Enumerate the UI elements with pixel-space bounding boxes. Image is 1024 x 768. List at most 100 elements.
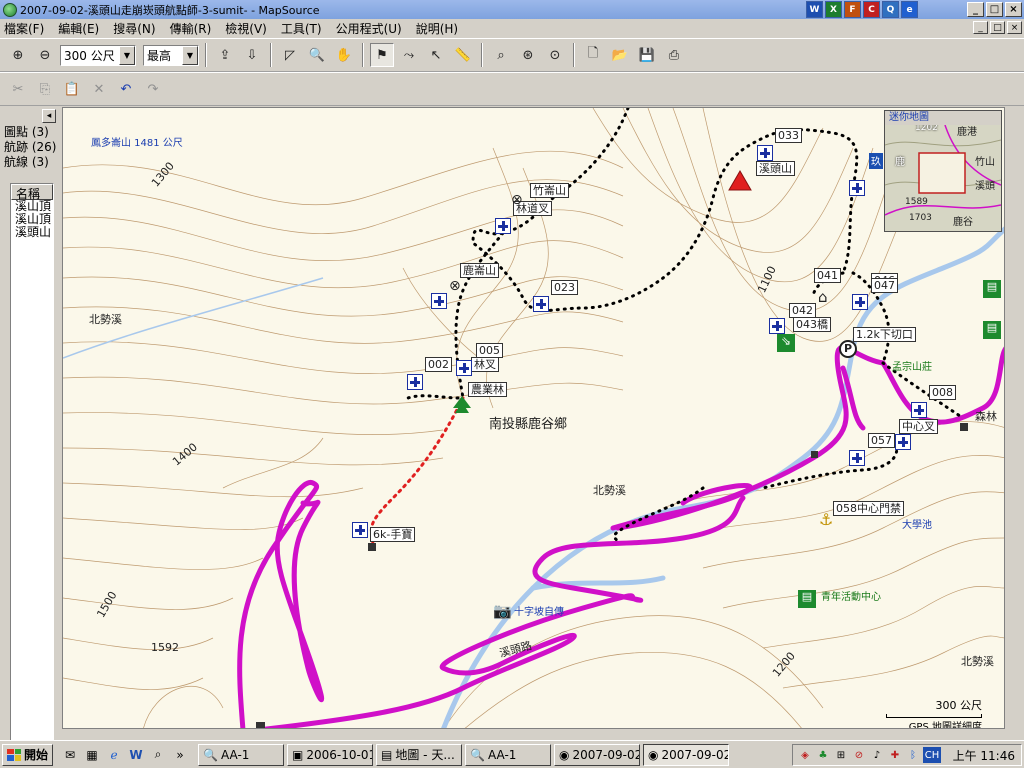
maximize-button[interactable]: □ bbox=[986, 2, 1003, 17]
blocked-icon[interactable]: ⊘ bbox=[851, 747, 867, 763]
waypoint-label[interactable]: 農業林 bbox=[468, 382, 507, 397]
copy-icon[interactable]: ⎘ bbox=[33, 77, 57, 101]
open-file-icon[interactable]: 📂 bbox=[608, 43, 632, 67]
bluetooth-icon[interactable]: ᛒ bbox=[905, 747, 921, 763]
distance-tool-icon[interactable]: 📏 bbox=[451, 43, 475, 67]
route-tool-icon[interactable]: ⤳ bbox=[397, 43, 421, 67]
excel-icon[interactable]: X bbox=[825, 1, 842, 18]
waypoint-label[interactable]: 竹崙山 bbox=[530, 183, 569, 198]
ie-icon[interactable]: ℯ bbox=[105, 746, 123, 764]
taskbar-item[interactable]: 🔍 AA-1 bbox=[198, 743, 285, 766]
receive-from-device-icon[interactable]: ⇪ bbox=[213, 43, 237, 67]
tab-routes[interactable]: 航線 (3) bbox=[4, 155, 58, 170]
waypoint-label[interactable]: 中心叉 bbox=[899, 419, 938, 434]
waypoint-label[interactable]: 森林 bbox=[975, 408, 997, 424]
selection-tool-icon[interactable]: ◸ bbox=[278, 43, 302, 67]
sign-icon[interactable]: 玖 bbox=[869, 153, 883, 169]
hostel-icon[interactable]: ⇘ bbox=[777, 334, 795, 352]
mdi-minimize-button[interactable]: _ bbox=[973, 21, 988, 34]
tab-tracks[interactable]: 航跡 (26) bbox=[4, 140, 58, 155]
waypoint-marker[interactable] bbox=[407, 374, 423, 390]
waypoint-label[interactable]: 005 bbox=[476, 343, 503, 358]
youth-center-icon[interactable]: ▤ bbox=[798, 590, 816, 608]
facility-icon[interactable]: ▤ bbox=[983, 280, 1001, 298]
taskbar-item[interactable]: ◉2007-09-02... bbox=[554, 743, 641, 766]
zoom-tool-icon[interactable]: 🔍 bbox=[305, 43, 329, 67]
column-header-name[interactable]: 名稱 bbox=[11, 184, 53, 201]
waypoint-label[interactable]: 1.2k下切口 bbox=[853, 327, 916, 342]
taskbar-item[interactable]: 🔍 AA-1 bbox=[465, 743, 552, 766]
right-scrollbar[interactable] bbox=[1006, 107, 1024, 729]
menu-file[interactable]: 檔案(F) bbox=[4, 20, 44, 37]
ie-icon[interactable]: e bbox=[901, 1, 918, 18]
waypoint-label[interactable]: 033 bbox=[775, 128, 802, 143]
waypoint-marker[interactable] bbox=[852, 294, 868, 310]
waypoint-tool-icon[interactable]: ⚑ bbox=[370, 43, 394, 67]
more-icon[interactable]: » bbox=[171, 746, 189, 764]
waypoint-label[interactable]: 溪頭山 bbox=[756, 161, 795, 176]
menu-edit[interactable]: 編輯(E) bbox=[58, 20, 99, 37]
waypoint-marker[interactable] bbox=[911, 402, 927, 418]
list-item[interactable]: 溪頭山 bbox=[11, 226, 53, 239]
zoom-scale-select[interactable]: 300 公尺 ▼ bbox=[60, 44, 136, 66]
waypoint-label[interactable]: 002 bbox=[425, 357, 452, 372]
paste-icon[interactable]: 📋 bbox=[60, 77, 84, 101]
waypoint-label[interactable]: 023 bbox=[551, 280, 578, 295]
zoom-in-icon[interactable]: ⊕ bbox=[6, 43, 30, 67]
waypoint-label[interactable]: 008 bbox=[929, 385, 956, 400]
find-icon[interactable]: ⌕ bbox=[489, 43, 513, 67]
tray-app-icon[interactable]: ⊞ bbox=[833, 747, 849, 763]
camera-icon[interactable]: 📷 bbox=[493, 602, 512, 620]
new-file-icon[interactable]: 🗋 bbox=[581, 43, 605, 67]
antivirus-icon[interactable]: ◈ bbox=[797, 747, 813, 763]
delete-icon[interactable]: ✕ bbox=[87, 77, 111, 101]
waypoint-label[interactable]: 林叉 bbox=[471, 357, 499, 372]
menu-help[interactable]: 說明(H) bbox=[416, 20, 458, 37]
close-button[interactable]: × bbox=[1005, 2, 1022, 17]
menu-transfer[interactable]: 傳輸(R) bbox=[170, 20, 212, 37]
find-nearby-icon[interactable]: ⊛ bbox=[516, 43, 540, 67]
send-to-device-icon[interactable]: ⇩ bbox=[240, 43, 264, 67]
redo-icon[interactable]: ↷ bbox=[141, 77, 165, 101]
cut-icon[interactable]: ✂ bbox=[6, 77, 30, 101]
menu-utilities[interactable]: 公用程式(U) bbox=[336, 20, 402, 37]
crossing-icon[interactable]: ⊗ bbox=[449, 278, 461, 294]
search-icon[interactable]: ⌕ bbox=[149, 746, 167, 764]
mdi-restore-button[interactable]: □ bbox=[990, 21, 1005, 34]
waypoint-marker[interactable] bbox=[456, 360, 472, 376]
frontpage-icon[interactable]: F bbox=[844, 1, 861, 18]
hand-tool-icon[interactable]: ✋ bbox=[332, 43, 356, 67]
close-icon[interactable]: ◂ bbox=[42, 109, 56, 123]
parking-icon[interactable]: P bbox=[839, 340, 857, 358]
waypoint-label[interactable]: 058中心門禁 bbox=[833, 501, 904, 516]
facility-icon[interactable]: ▤ bbox=[983, 321, 1001, 339]
outlook-icon[interactable]: ✉ bbox=[61, 746, 79, 764]
crossing-icon[interactable]: ⊗ bbox=[511, 192, 523, 208]
menu-tools[interactable]: 工具(T) bbox=[281, 20, 322, 37]
minimize-button[interactable]: _ bbox=[967, 2, 984, 17]
waypoint-marker[interactable] bbox=[533, 296, 549, 312]
waypoint-marker[interactable] bbox=[895, 434, 911, 450]
waypoint-marker[interactable] bbox=[769, 318, 785, 334]
waypoint-label[interactable]: 057 bbox=[868, 433, 895, 448]
powerpoint-icon[interactable]: C bbox=[863, 1, 880, 18]
taskbar-item[interactable]: ▤ 地圖 - 天... bbox=[376, 743, 463, 766]
word-icon[interactable]: W bbox=[806, 1, 823, 18]
security-icon[interactable]: ✚ bbox=[887, 747, 903, 763]
minimap[interactable]: 迷你地圖 1202 鹿港 鹿 竹山 溪頭 1589 1703 鹿谷 bbox=[884, 110, 1002, 232]
waypoint-marker[interactable] bbox=[431, 293, 447, 309]
waypoint-marker[interactable] bbox=[849, 450, 865, 466]
waypoint-label[interactable]: 鹿崙山 bbox=[460, 263, 499, 278]
menu-search[interactable]: 搜尋(N) bbox=[113, 20, 155, 37]
tab-waypoints[interactable]: 圖點 (3) bbox=[4, 125, 58, 140]
taskbar-item-active[interactable]: ◉2007-09-02... bbox=[643, 743, 730, 766]
undo-icon[interactable]: ↶ bbox=[114, 77, 138, 101]
save-icon[interactable]: 💾 bbox=[635, 43, 659, 67]
waypoint-label[interactable]: 6k-手寶 bbox=[370, 527, 416, 542]
house-icon[interactable]: ⌂ bbox=[818, 288, 828, 306]
waypoint-label[interactable]: 041 bbox=[814, 268, 841, 283]
map-view[interactable]: 鳳多崙山 1481 公尺 1300 1400 1500 1200 1100 15… bbox=[62, 107, 1005, 729]
app-icon[interactable] bbox=[3, 2, 17, 17]
find-place-icon[interactable]: ⊙ bbox=[543, 43, 567, 67]
explorer-icon[interactable]: ▦ bbox=[83, 746, 101, 764]
